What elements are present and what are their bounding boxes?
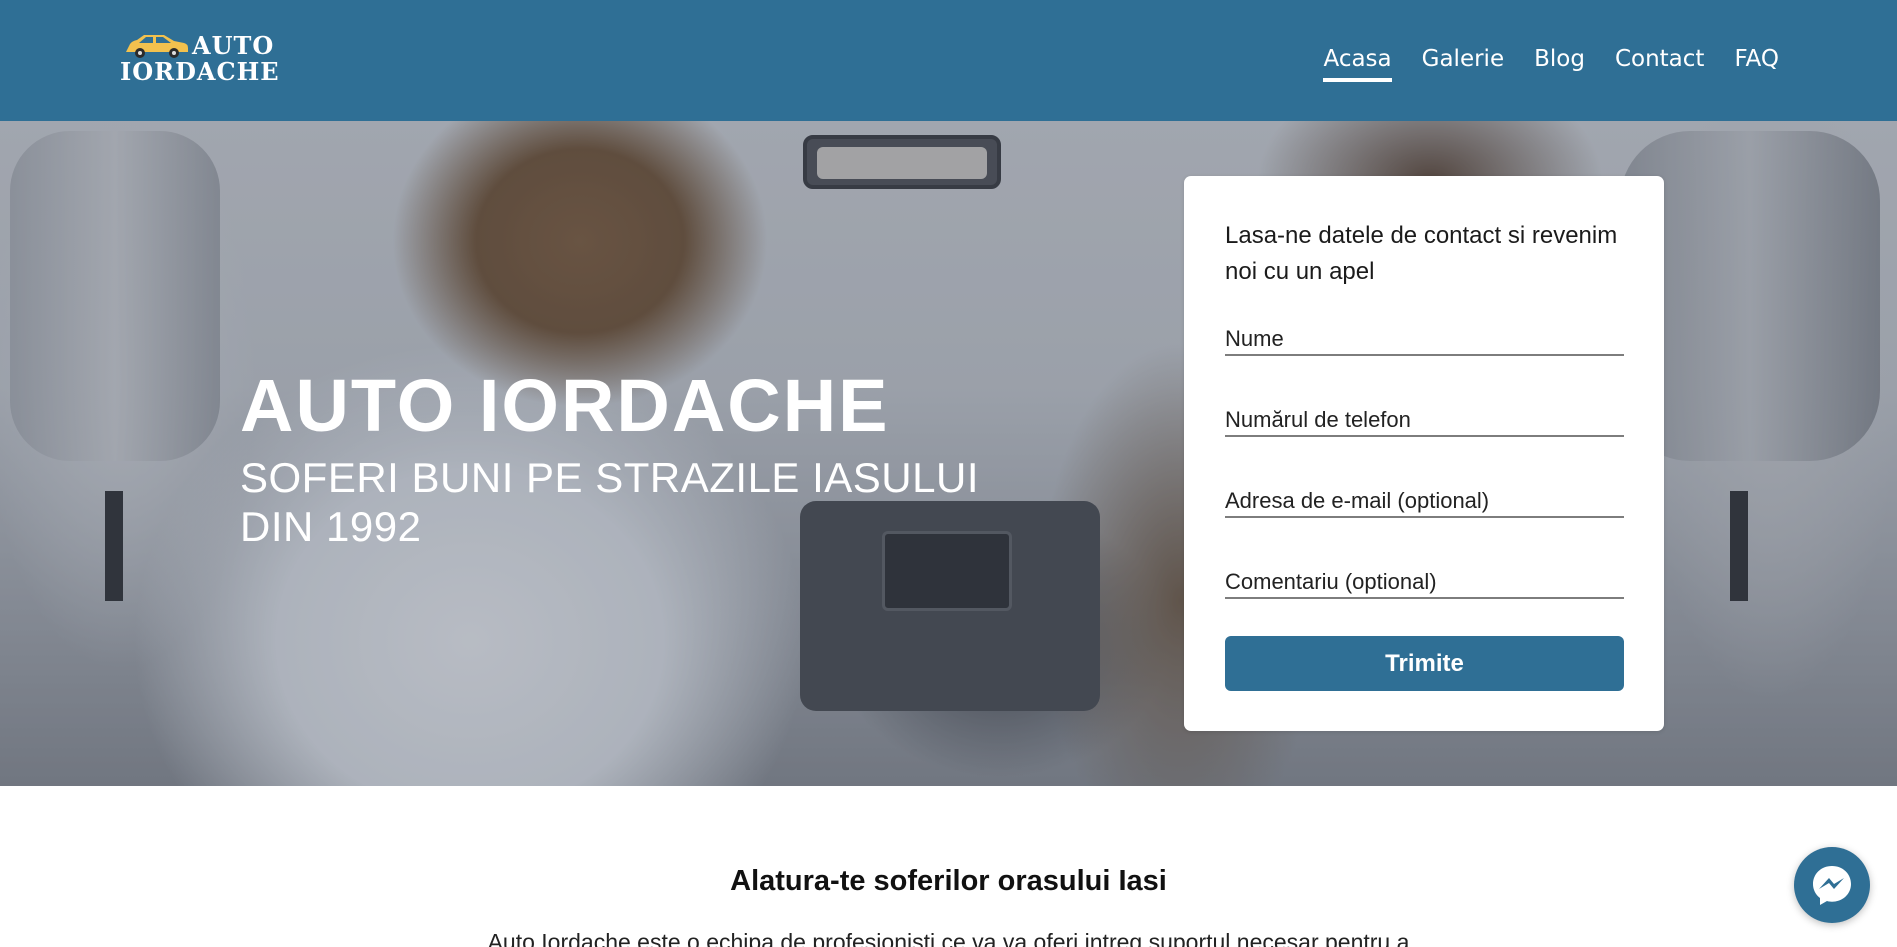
phone-input[interactable]	[1225, 397, 1624, 435]
nav-item-blog[interactable]: Blog	[1534, 44, 1585, 82]
hero-title: AUTO IORDACHE	[240, 364, 890, 447]
name-input[interactable]	[1225, 316, 1624, 354]
section-title: Alatura-te soferilor orasului Iasi	[730, 865, 1167, 897]
submit-button[interactable]: Trimite	[1225, 636, 1624, 691]
logo-text-line1: AUTO	[192, 31, 275, 60]
site-header: AUTO IORDACHE Acasa Galerie Blog Contact…	[0, 0, 1897, 121]
email-input[interactable]	[1225, 478, 1624, 516]
comment-input[interactable]	[1225, 559, 1624, 597]
site-logo[interactable]: AUTO IORDACHE	[120, 30, 279, 90]
hero-subtitle: SOFERI BUNI PE STRAZILE IASULUI DIN 1992	[240, 454, 979, 550]
comment-field-wrapper	[1225, 559, 1624, 599]
name-field-wrapper	[1225, 316, 1624, 356]
contact-form-title: Lasa-ne datele de contact si revenim noi…	[1225, 222, 1618, 285]
nav-item-contact[interactable]: Contact	[1615, 44, 1704, 82]
messenger-icon	[1813, 866, 1851, 905]
section-intro-text: Auto Iordache este o echipa de profesion…	[487, 929, 1410, 947]
email-field-wrapper	[1225, 478, 1624, 518]
messenger-chat-button[interactable]	[1794, 847, 1870, 923]
logo-text-line2: IORDACHE	[120, 57, 280, 86]
phone-field-wrapper	[1225, 397, 1624, 437]
contact-form-card: Lasa-ne datele de contact si revenim noi…	[1184, 176, 1664, 731]
nav-item-galerie[interactable]: Galerie	[1422, 44, 1504, 82]
nav-item-acasa[interactable]: Acasa	[1323, 44, 1392, 82]
main-nav: Acasa Galerie Blog Contact FAQ	[1293, 44, 1779, 82]
nav-item-faq[interactable]: FAQ	[1734, 44, 1779, 82]
